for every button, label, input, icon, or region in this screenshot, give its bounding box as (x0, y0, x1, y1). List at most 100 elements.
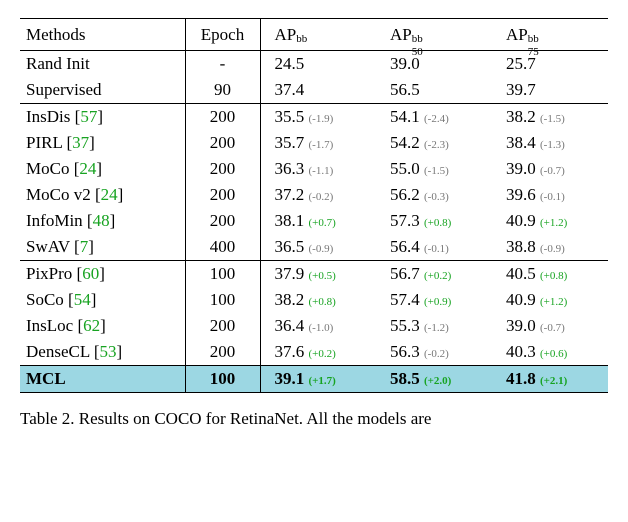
ap-value: 40.3 (506, 342, 536, 361)
cell-ap50: 56.3 (-0.2) (376, 339, 492, 366)
cell-epoch: - (185, 51, 260, 78)
ap50-label: APbb50 (390, 25, 430, 45)
ap-value: 38.4 (506, 133, 536, 152)
method-name: MoCo v2 (26, 185, 91, 204)
cite-ref[interactable]: 57 (80, 107, 97, 126)
cell-ap50: 57.4 (+0.9) (376, 287, 492, 313)
table-row: MoCo v2 [24]20037.2 (-0.2)56.2 (-0.3)39.… (20, 182, 608, 208)
cite-bracket: ] (99, 264, 105, 283)
cell-ap50: 55.3 (-1.2) (376, 313, 492, 339)
ap-delta: (-1.5) (424, 165, 449, 177)
cell-ap50: 56.7 (+0.2) (376, 261, 492, 288)
epoch-value: 200 (210, 159, 236, 178)
method-name: InsDis (26, 107, 70, 126)
ap-value: 39.6 (506, 185, 536, 204)
cite-ref[interactable]: 53 (100, 342, 117, 361)
cell-method: InsLoc [62] (20, 313, 185, 339)
table-row: InfoMin [48]20038.1 (+0.7)57.3 (+0.8)40.… (20, 208, 608, 234)
cell-method: DenseCL [53] (20, 339, 185, 366)
ap-value: 40.9 (506, 211, 536, 230)
ap-delta: (-2.4) (424, 113, 449, 125)
col-ap: APbb (260, 19, 376, 51)
cite-ref[interactable]: 48 (93, 211, 110, 230)
ap-delta: (-0.9) (309, 243, 334, 255)
table-container: Methods Epoch APbb APbb50 A (0, 0, 628, 439)
method-name: DenseCL (26, 342, 90, 361)
method-name: MCL (26, 369, 66, 388)
ap-delta: (-1.7) (309, 139, 334, 151)
cell-ap: 36.4 (-1.0) (260, 313, 376, 339)
cite-ref[interactable]: 24 (79, 159, 96, 178)
cite-bracket: ] (89, 133, 95, 152)
cell-method: InsDis [57] (20, 104, 185, 131)
table-row: Supervised9037.456.539.7 (20, 77, 608, 104)
table-row: InsDis [57]20035.5 (-1.9)54.1 (-2.4)38.2… (20, 104, 608, 131)
cell-epoch: 100 (185, 261, 260, 288)
ap-value: 37.9 (275, 264, 305, 283)
cite-ref[interactable]: 62 (83, 316, 100, 335)
epoch-value: 200 (210, 185, 236, 204)
cell-epoch: 200 (185, 104, 260, 131)
cite-bracket: ] (118, 185, 124, 204)
ap75-base: AP (506, 25, 528, 44)
ap50-sup: bb (412, 33, 423, 45)
table-row: PixPro [60]10037.9 (+0.5)56.7 (+0.2)40.5… (20, 261, 608, 288)
cite-ref[interactable]: 60 (82, 264, 99, 283)
col-ap50: APbb50 (376, 19, 492, 51)
col-methods-label: Methods (26, 25, 86, 44)
col-methods: Methods (20, 19, 185, 51)
ap-base: AP (275, 25, 297, 44)
cell-method: SoCo [54] (20, 287, 185, 313)
cite-bracket: ] (97, 107, 103, 126)
ap-delta: (-0.3) (424, 191, 449, 203)
cell-ap: 37.6 (+0.2) (260, 339, 376, 366)
ap-value: 55.0 (390, 159, 420, 178)
results-table: Methods Epoch APbb APbb50 A (20, 18, 608, 393)
ap-value: 39.0 (506, 159, 536, 178)
ap-delta: (+2.1) (540, 375, 567, 387)
epoch-value: 400 (210, 237, 236, 256)
table-row: InsLoc [62]20036.4 (-1.0)55.3 (-1.2)39.0… (20, 313, 608, 339)
cell-ap75: 40.9 (+1.2) (492, 208, 608, 234)
cell-ap: 39.1 (+1.7) (260, 366, 376, 393)
cite-bracket: ] (110, 211, 116, 230)
cite-ref[interactable]: 24 (101, 185, 118, 204)
ap75-sub: 75 (528, 46, 539, 58)
cell-method: PIRL [37] (20, 130, 185, 156)
cell-ap50: 56.2 (-0.3) (376, 182, 492, 208)
ap-value: 40.9 (506, 290, 536, 309)
method-name: PIRL (26, 133, 62, 152)
method-name: InsLoc (26, 316, 73, 335)
ap-delta: (+0.9) (424, 296, 451, 308)
cell-ap75: 25.7 (492, 51, 608, 78)
epoch-value: 100 (210, 290, 236, 309)
ap-sup: bb (296, 33, 307, 45)
cite-ref[interactable]: 54 (74, 290, 91, 309)
epoch-value: - (220, 54, 226, 73)
cell-ap: 36.3 (-1.1) (260, 156, 376, 182)
ap-value: 56.4 (390, 237, 420, 256)
ap-delta: (-0.1) (424, 243, 449, 255)
cite-bracket: ] (96, 159, 102, 178)
cell-method: MCL (20, 366, 185, 393)
ap-delta: (-0.7) (540, 322, 565, 334)
ap-value: 39.1 (275, 369, 305, 388)
ap-delta: (-1.5) (540, 113, 565, 125)
table-row: SoCo [54] 100 38.2 (+0.8)57.4 (+0.9) 40.9 (… (20, 287, 608, 313)
cell-epoch: 200 (185, 156, 260, 182)
ap-delta: (+0.8) (309, 296, 336, 308)
cell-ap75: 40.5 (+0.8) (492, 261, 608, 288)
cite-ref[interactable]: 7 (80, 237, 89, 256)
ap-value: 56.3 (390, 342, 420, 361)
ap-delta: (-0.1) (540, 191, 565, 203)
ap-value: 40.5 (506, 264, 536, 283)
col-ap75: APbb75 (492, 19, 608, 51)
ap-delta: (-1.1) (309, 165, 334, 177)
epoch-value: 200 (210, 342, 236, 361)
cell-ap: 38.2 (+0.8) (260, 287, 376, 313)
cell-method: MoCo [24] (20, 156, 185, 182)
ap-delta: (+1.2) (540, 217, 567, 229)
cite-ref[interactable]: 37 (72, 133, 89, 152)
ap-delta: (-0.2) (424, 348, 449, 360)
ap-value: 56.7 (390, 264, 420, 283)
